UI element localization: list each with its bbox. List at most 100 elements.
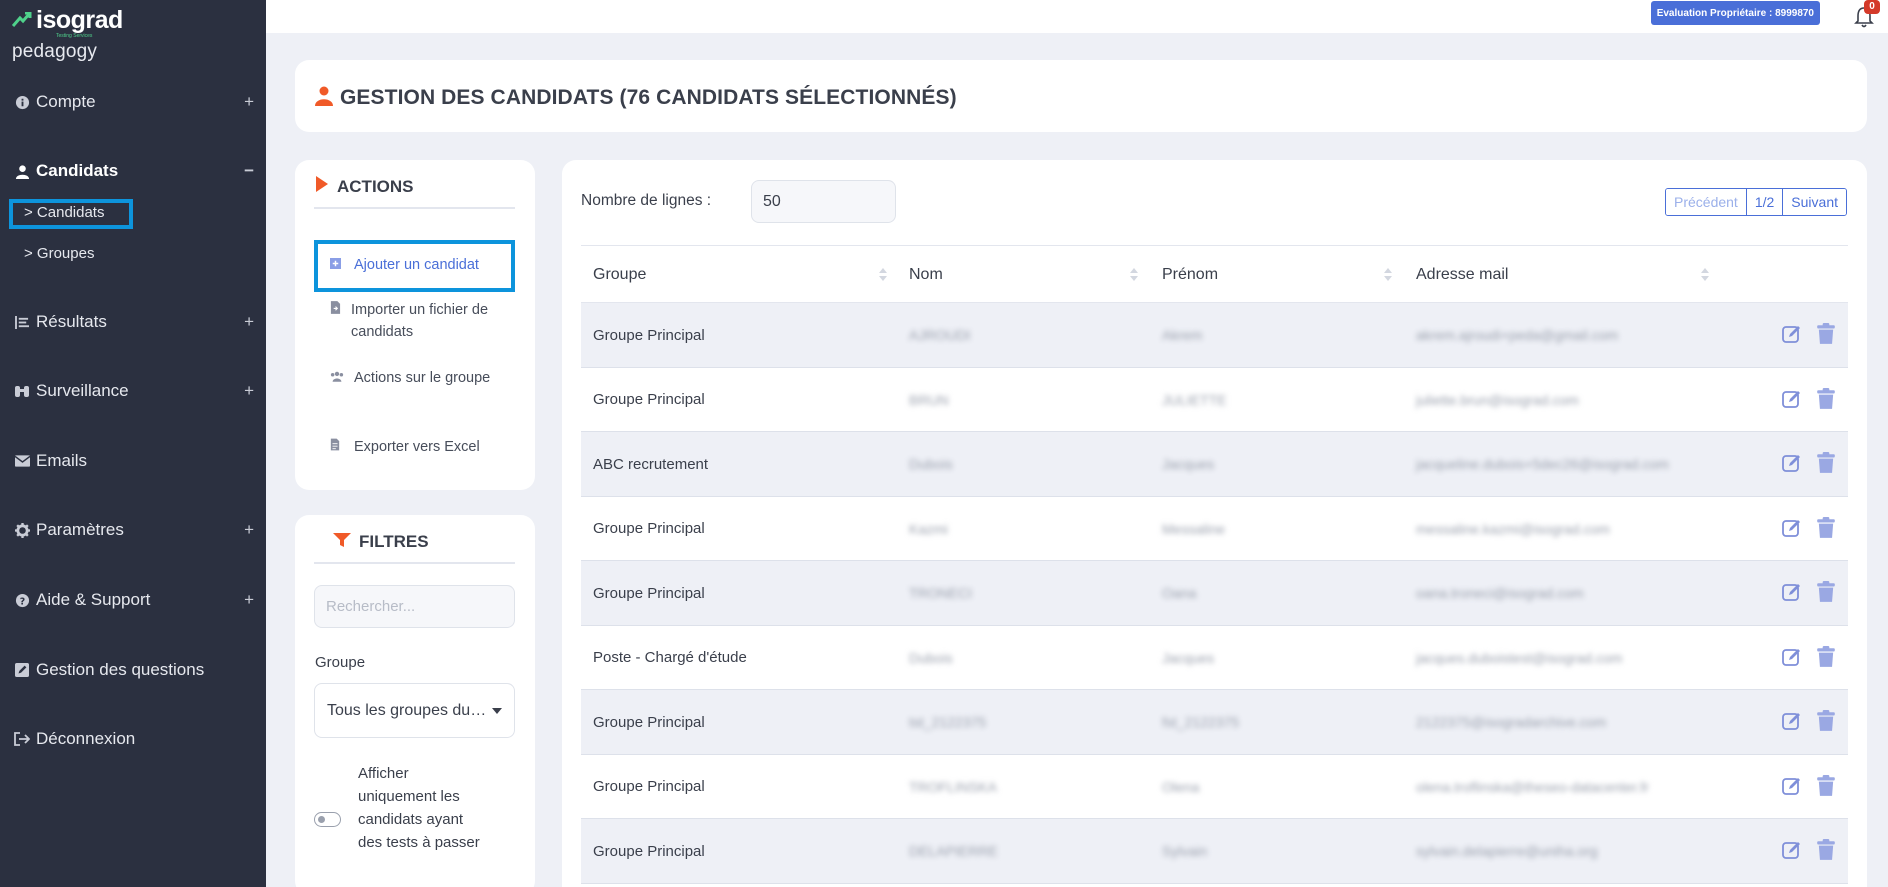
column-header-nom[interactable]: Nom (909, 246, 943, 303)
trash-icon[interactable] (1816, 710, 1836, 737)
expand-icon[interactable]: + (244, 92, 254, 112)
actions-heading-label: ACTIONS (337, 176, 414, 196)
search-input[interactable] (314, 585, 515, 628)
table-row[interactable]: Groupe Principal tst_2122375 fst_2122375 21… (581, 690, 1848, 755)
edit-icon[interactable] (1782, 839, 1802, 866)
next-page-button[interactable]: Suivant (1783, 189, 1846, 215)
sidebar-item-label: Emails (36, 451, 88, 470)
trash-icon[interactable] (1816, 581, 1836, 608)
table-row[interactable]: Groupe Principal AJROUDI Akrem akrem.ajroud… (581, 303, 1848, 368)
edit-icon[interactable] (1782, 517, 1802, 544)
group-icon (330, 368, 344, 390)
table-row[interactable]: Poste - Chargé d'étude Dubois Jacques jacqu… (581, 625, 1848, 690)
trash-icon[interactable] (1816, 774, 1836, 802)
group-select[interactable]: Tous les groupes du… (314, 683, 515, 738)
cell-groupe: Groupe Principal (593, 520, 705, 537)
sidebar-subitem-candidats[interactable]: > Candidats (24, 204, 104, 221)
row-actions (1782, 774, 1836, 802)
sidebar-subitem-groupes[interactable]: > Groupes (24, 245, 94, 262)
page-indicator: 1/2 (1746, 189, 1784, 215)
edit-icon[interactable] (1782, 775, 1802, 802)
column-header-adresse-mail[interactable]: Adresse mail (1416, 246, 1508, 303)
sidebar-item-surveillance[interactable]: Surveillance + (14, 381, 254, 401)
actions-card: ACTIONS Ajouter un candidat Importer un … (295, 160, 535, 490)
export-excel-button[interactable]: Exporter vers Excel (330, 436, 510, 459)
group-actions-button[interactable]: Actions sur le groupe (330, 367, 500, 390)
sort-icon[interactable] (879, 268, 887, 282)
sort-icon[interactable] (1130, 268, 1138, 282)
topbar: Evaluation Propriétaire : 8999870 0 (266, 0, 1888, 33)
previous-page-button[interactable]: Précédent (1666, 189, 1747, 215)
cell-nom: TRONECI (909, 585, 972, 601)
expand-icon[interactable]: + (244, 520, 254, 540)
collapse-icon[interactable]: − (244, 161, 254, 181)
trash-icon[interactable] (1816, 387, 1836, 415)
cell-mail: messaline.kazmi@isograd.com (1416, 520, 1610, 537)
edit-icon (14, 662, 30, 678)
import-file-button[interactable]: Importer un fichier de candidats (330, 299, 500, 343)
sidebar-item-deconnexion[interactable]: Déconnexion (14, 729, 254, 749)
sidebar-item-resultats[interactable]: Résultats + (14, 312, 254, 332)
trash-icon[interactable] (1816, 323, 1836, 350)
trash-icon[interactable] (1816, 516, 1836, 544)
edit-icon[interactable] (1782, 323, 1802, 350)
expand-icon[interactable]: + (244, 381, 254, 401)
filters-heading-label: FILTRES (359, 532, 429, 551)
sort-icon[interactable] (1701, 268, 1709, 282)
cell-mail: akrem.ajroudi+peda@gmail.com (1416, 327, 1619, 343)
edit-icon[interactable] (1782, 581, 1802, 608)
title-card: GESTION DES CANDIDATS (76 CANDIDATS SÉLE… (295, 60, 1867, 132)
table-row[interactable]: Groupe Principal Kazmi Messaline messaline.… (581, 496, 1848, 561)
binoculars-icon (14, 383, 30, 399)
trash-icon[interactable] (1816, 839, 1836, 866)
table-row[interactable]: ABC recrutement Dubois Jacques jacqueline.d… (581, 432, 1848, 497)
table-row[interactable]: Groupe Principal BRUN JULIETTE juliette.bru… (581, 367, 1848, 432)
row-actions (1782, 452, 1836, 479)
expand-icon[interactable]: + (244, 590, 254, 610)
row-actions (1782, 581, 1836, 608)
group-filter-label: Groupe (315, 654, 366, 671)
edit-icon[interactable] (1782, 710, 1802, 737)
cell-nom: TROFLINSKA (909, 778, 997, 795)
trash-icon[interactable] (1816, 452, 1836, 479)
sidebar-item-compte[interactable]: Compte + (14, 92, 254, 112)
sidebar-item-aide-support[interactable]: ? Aide & Support + (14, 590, 254, 610)
excel-icon (330, 437, 344, 459)
cell-prenom: fst_2122375 (1162, 714, 1240, 730)
expand-icon[interactable]: + (244, 312, 254, 332)
cell-nom: tst_2122375 (909, 714, 987, 730)
table-row[interactable]: Groupe Principal DELAPIERRE Sylvain sylvain… (581, 819, 1848, 884)
isograd-logo[interactable]: isograd (11, 6, 123, 35)
sort-icon[interactable] (1384, 268, 1392, 282)
sidebar-item-emails[interactable]: Emails (14, 451, 254, 471)
cell-groupe: Groupe Principal (593, 391, 705, 408)
table-row[interactable]: Groupe Principal TRONECI Oana oana.troneci@… (581, 561, 1848, 626)
edit-icon[interactable] (1782, 452, 1802, 479)
action-label: Importer un fichier de candidats (351, 302, 489, 340)
user-icon (14, 163, 30, 179)
column-header-prenom[interactable]: Prénom (1162, 246, 1218, 303)
pending-tests-toggle[interactable] (314, 812, 341, 827)
column-header-label: Prénom (1162, 265, 1219, 283)
candidates-table-card: Nombre de lignes : 50 Précédent 1/2 Suiv… (562, 160, 1867, 887)
cell-prenom: Jacques (1162, 456, 1215, 472)
pagination: Précédent 1/2 Suivant (1665, 188, 1847, 216)
actions-heading: ACTIONS (315, 176, 414, 197)
row-actions (1782, 645, 1836, 673)
caret-down-icon (492, 708, 502, 714)
action-label: Exporter vers Excel (354, 439, 480, 455)
column-header-groupe[interactable]: Groupe (593, 246, 646, 303)
add-candidate-button[interactable]: Ajouter un candidat (330, 254, 479, 277)
sidebar-item-gestion-questions[interactable]: Gestion des questions (14, 660, 254, 680)
trash-icon[interactable] (1816, 645, 1836, 673)
sidebar-item-parametres[interactable]: Paramètres + (14, 520, 254, 540)
edit-icon[interactable] (1782, 646, 1802, 673)
rows-per-page-input[interactable]: 50 (751, 180, 896, 223)
evaluation-badge[interactable]: Evaluation Propriétaire : 8999870 (1650, 1, 1820, 25)
gear-icon (14, 522, 30, 538)
edit-icon[interactable] (1782, 388, 1802, 415)
add-icon (330, 255, 344, 277)
sidebar-item-candidats[interactable]: Candidats − (14, 161, 254, 181)
table-header: Groupe Nom Prénom Adresse mail (581, 245, 1848, 303)
table-row[interactable]: Groupe Principal TROFLINSKA Olena olena.tro… (581, 754, 1848, 819)
